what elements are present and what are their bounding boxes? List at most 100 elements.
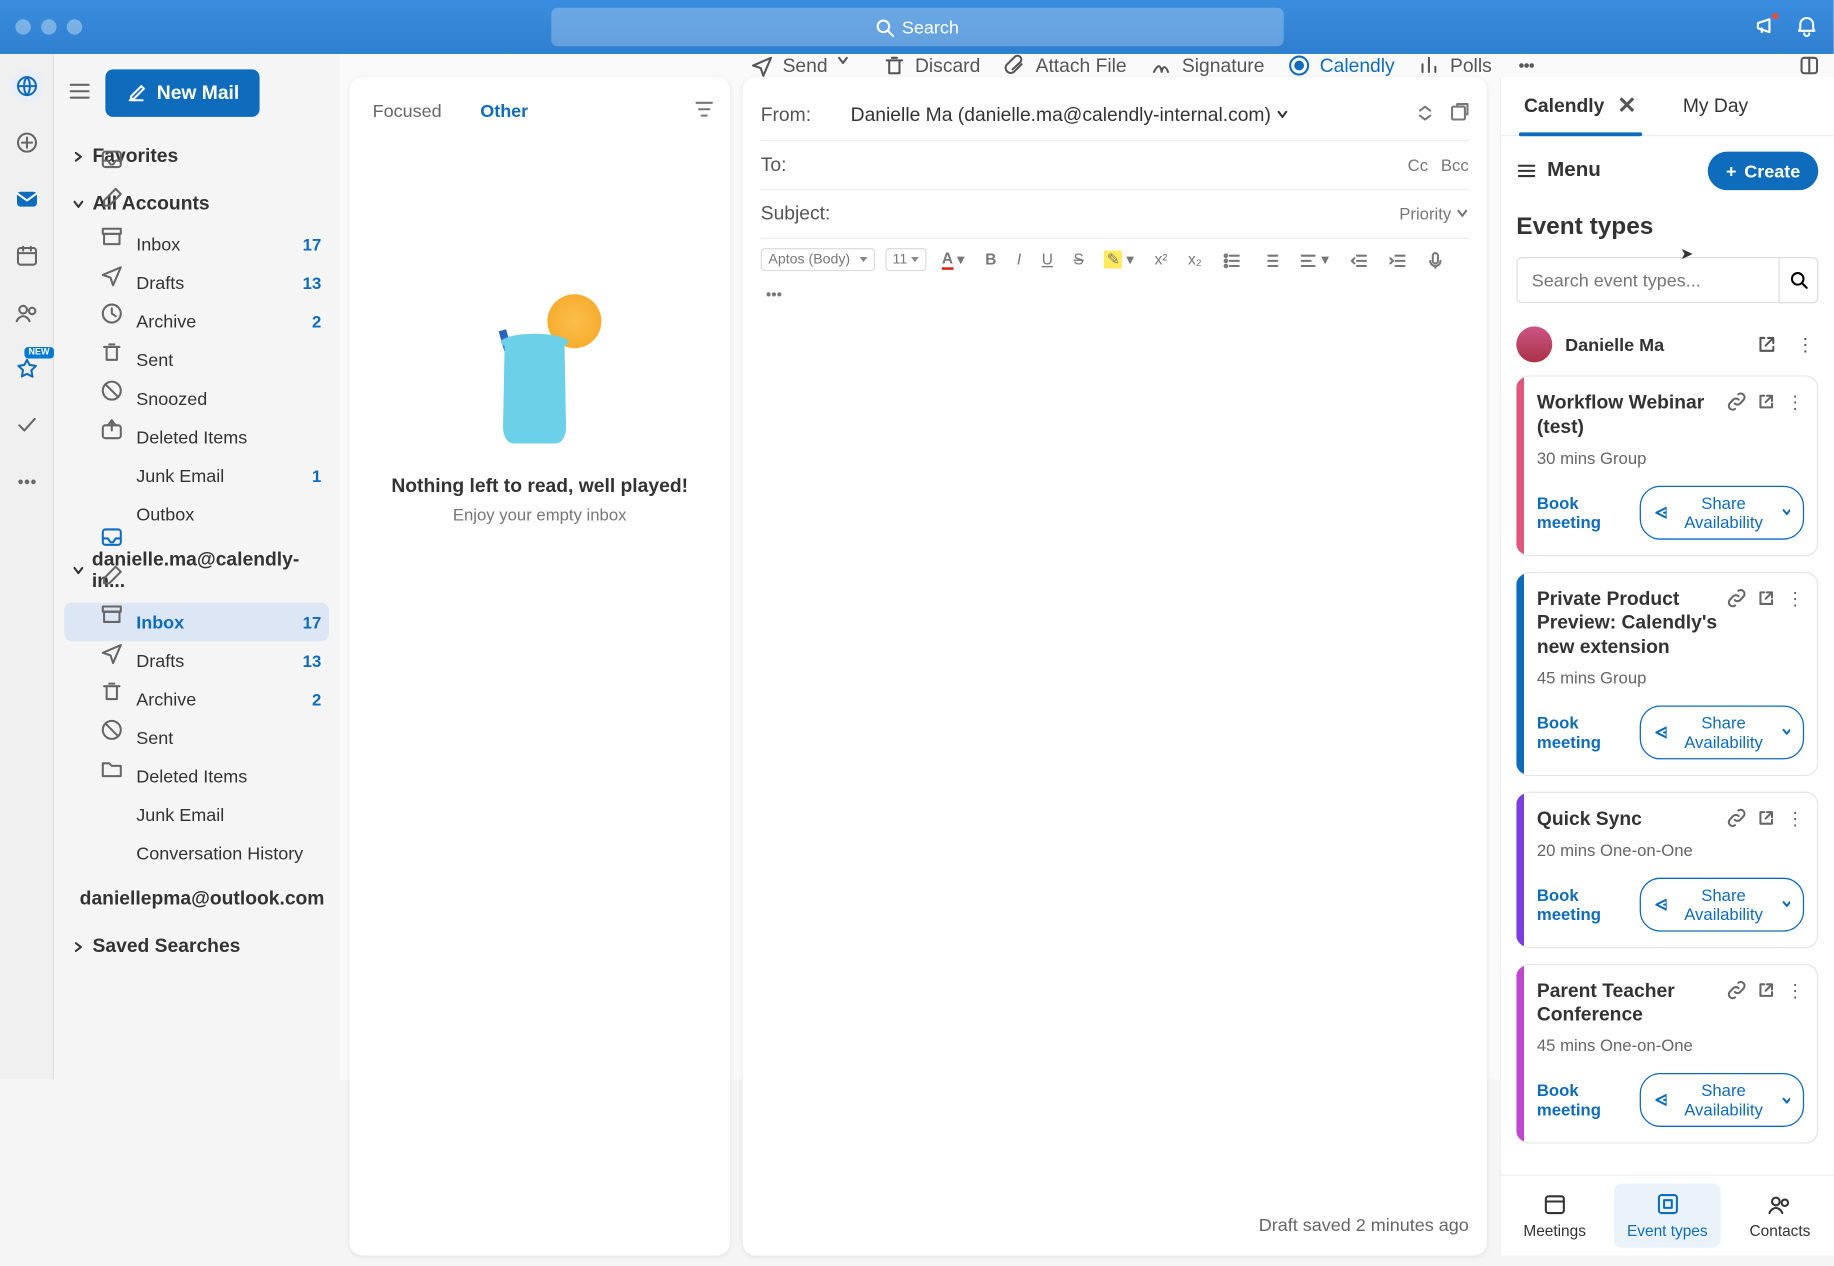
strike-button[interactable]: S [1068, 248, 1089, 271]
collapse-button[interactable] [1415, 103, 1436, 127]
book-meeting-link[interactable]: Book meeting [1537, 1081, 1627, 1120]
open-external-button[interactable] [1757, 588, 1776, 611]
minimize-window[interactable] [41, 19, 56, 34]
rail-calendar[interactable] [10, 239, 43, 272]
bell-button[interactable] [1795, 13, 1818, 40]
event-search-input[interactable] [1516, 257, 1778, 303]
popout-button[interactable] [1798, 54, 1821, 77]
book-meeting-link[interactable]: Book meeting [1537, 493, 1627, 532]
mail-icon [13, 186, 39, 212]
calendly-button[interactable]: Calendly [1288, 54, 1395, 77]
highlight-button[interactable]: ✎▾ [1099, 248, 1139, 271]
subscript-button[interactable]: x₂ [1183, 248, 1207, 271]
star-icon [13, 356, 39, 382]
copy-link-button[interactable] [1727, 980, 1746, 1003]
attach-button[interactable]: Attach File [1003, 54, 1126, 77]
book-meeting-link[interactable]: Book meeting [1537, 713, 1627, 752]
share-availability-button[interactable]: Share Availability [1640, 705, 1804, 759]
toolbar-more[interactable] [1515, 54, 1538, 77]
share-availability-button[interactable]: Share Availability [1640, 1073, 1804, 1127]
from-value[interactable]: Danielle Ma (danielle.ma@calendly-intern… [851, 104, 1415, 126]
font-color-button[interactable]: A▾ [937, 247, 970, 273]
card-more-button[interactable]: ⋮ [1786, 392, 1804, 415]
popout-compose-button[interactable] [1448, 103, 1469, 127]
share-availability-button[interactable]: Share Availability [1640, 877, 1804, 931]
rail-mail[interactable] [10, 182, 43, 215]
calendar-icon [1542, 1191, 1568, 1217]
open-external-button[interactable] [1754, 332, 1780, 358]
close-window[interactable] [15, 19, 30, 34]
rail-people[interactable] [10, 296, 43, 329]
chevron-collapse-icon [1415, 103, 1436, 124]
close-panel-button[interactable]: ✕ [1617, 93, 1636, 120]
rail-more[interactable] [10, 465, 43, 498]
open-external-button[interactable] [1757, 808, 1776, 831]
account2-header[interactable]: daniellepma@outlook.com [64, 878, 329, 920]
bottom-meetings[interactable]: Meetings [1501, 1183, 1609, 1247]
maximize-window[interactable] [67, 19, 82, 34]
copy-link-button[interactable] [1727, 392, 1746, 415]
global-search[interactable]: Search [551, 8, 1283, 47]
open-new-icon [1448, 103, 1469, 124]
rail-org-icon[interactable] [10, 69, 43, 102]
italic-button[interactable]: I [1012, 248, 1027, 271]
book-meeting-link[interactable]: Book meeting [1537, 885, 1627, 924]
account2-label: daniellepma@outlook.com [80, 888, 325, 910]
link-icon [1727, 392, 1746, 411]
share-availability-button[interactable]: Share Availability [1640, 485, 1804, 539]
tab-focused[interactable]: Focused [365, 95, 449, 126]
align-button[interactable]: ▾ [1294, 248, 1334, 271]
card-more-button[interactable]: ⋮ [1786, 588, 1804, 611]
rail-todo[interactable] [10, 409, 43, 442]
tab-other[interactable]: Other [472, 95, 535, 126]
chevron-down-icon [72, 197, 85, 210]
font-select[interactable]: Aptos (Body) [761, 248, 875, 271]
rail-new[interactable] [10, 126, 43, 159]
copy-link-button[interactable] [1727, 588, 1746, 611]
copy-link-button[interactable] [1727, 808, 1746, 831]
compose-body[interactable] [761, 314, 1469, 1207]
bcc-button[interactable]: Bcc [1441, 155, 1469, 174]
chevron-down-icon [1456, 207, 1469, 220]
discard-button[interactable]: Discard [883, 54, 980, 77]
signature-button[interactable]: Signature [1150, 54, 1265, 77]
user-more-button[interactable]: ⋮ [1793, 332, 1819, 358]
card-more-button[interactable]: ⋮ [1786, 980, 1804, 1003]
cc-button[interactable]: Cc [1408, 155, 1428, 174]
panel-bottom-nav: Meetings Event types Contacts [1501, 1174, 1834, 1255]
panel-tab-myday[interactable]: My Day [1660, 77, 1772, 135]
dictate-button[interactable] [1421, 248, 1449, 271]
chevron-down-icon [1276, 108, 1289, 121]
more-icon [13, 469, 39, 495]
saved-searches-header[interactable]: Saved Searches [64, 925, 329, 967]
underline-button[interactable]: U [1037, 248, 1058, 271]
bottom-contacts[interactable]: Contacts [1726, 1183, 1834, 1247]
send-button[interactable]: Send [750, 54, 859, 77]
bullet-list-button[interactable] [1217, 248, 1245, 271]
new-mail-button[interactable]: New Mail [105, 69, 259, 117]
bottom-event-types[interactable]: Event types [1614, 1183, 1722, 1247]
open-external-button[interactable] [1757, 980, 1776, 1003]
panel-menu-button[interactable]: Menu [1516, 159, 1601, 182]
size-select[interactable]: 11 [885, 248, 927, 271]
format-more-button[interactable]: ••• [761, 283, 787, 306]
folder-convhist-acct1[interactable]: Conversation History [64, 834, 329, 873]
notifications-button[interactable] [1754, 13, 1777, 40]
clear-format-button[interactable]: x² [1149, 248, 1172, 271]
panel-tab-calendly[interactable]: Calendly ✕ [1501, 77, 1660, 135]
event-search-button[interactable] [1778, 257, 1818, 303]
bold-button[interactable]: B [980, 248, 1001, 271]
compose-toolbar: Send Discard Attach File Signature Calen… [339, 54, 1833, 77]
polls-button[interactable]: Polls [1418, 54, 1492, 77]
number-list-button[interactable] [1256, 248, 1284, 271]
create-button[interactable]: + Create [1708, 152, 1818, 191]
open-external-button[interactable] [1757, 392, 1776, 415]
indent-button[interactable] [1383, 248, 1411, 271]
priority-button[interactable]: Priority [1399, 204, 1468, 223]
filter-button[interactable] [694, 98, 715, 122]
rail-favorites[interactable]: NEW [10, 352, 43, 385]
card-more-button[interactable]: ⋮ [1786, 808, 1804, 831]
hamburger-button[interactable] [67, 78, 93, 108]
search-icon [875, 17, 894, 36]
outdent-button[interactable] [1344, 248, 1372, 271]
